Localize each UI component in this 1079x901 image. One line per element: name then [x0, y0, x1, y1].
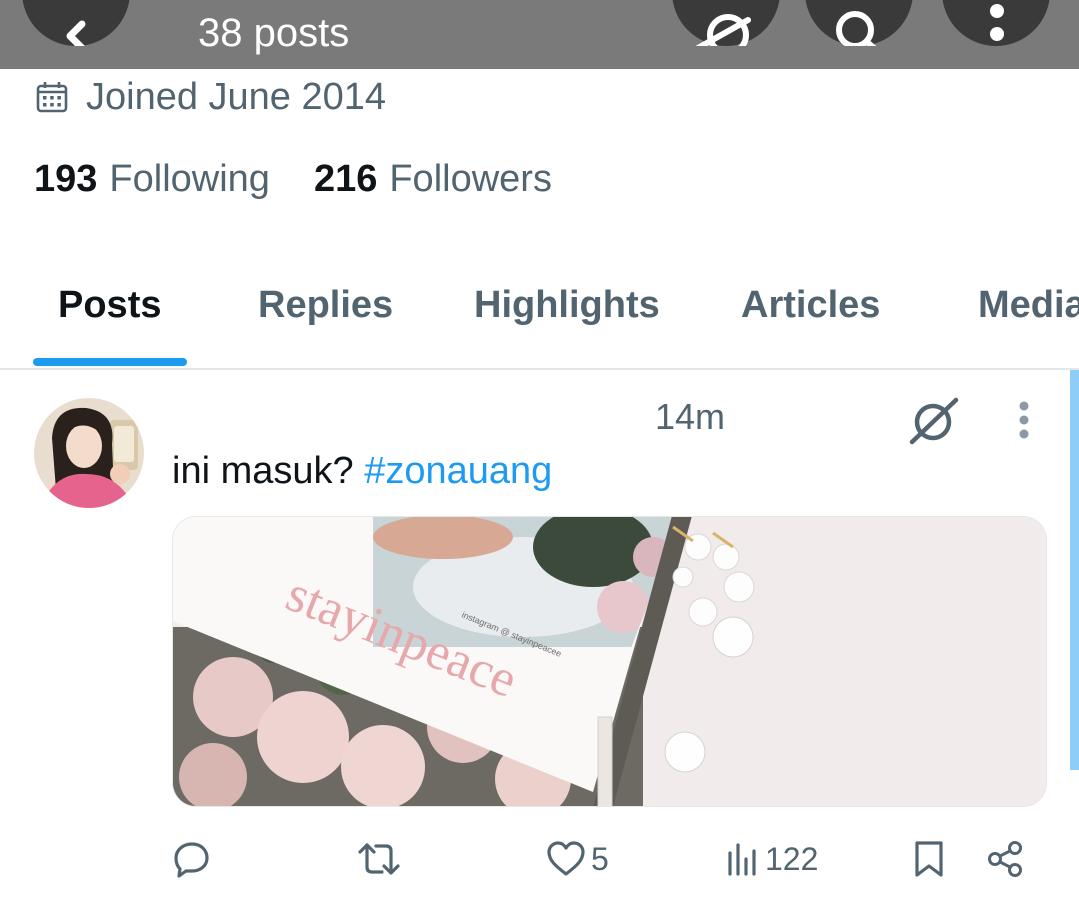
- share-icon: [988, 841, 1022, 877]
- more-vertical-icon: [990, 4, 1004, 41]
- repost-icon: [358, 843, 400, 875]
- grok-post-button[interactable]: [906, 396, 962, 446]
- calendar-icon: [36, 82, 68, 113]
- bookmark-button[interactable]: [912, 836, 946, 882]
- like-count: 5: [591, 840, 609, 877]
- follow-stats: 193 Following 216 Followers: [34, 158, 552, 201]
- top-header: 38 posts: [0, 0, 1079, 69]
- avatar-image: [34, 398, 144, 508]
- share-button[interactable]: [986, 836, 1026, 882]
- followers-link[interactable]: 216 Followers: [314, 158, 552, 201]
- arrow-left-icon: [66, 20, 86, 46]
- bookmark-icon: [915, 841, 943, 877]
- grok-icon: [909, 397, 959, 445]
- more-vertical-icon: [1019, 401, 1029, 439]
- tab-highlights[interactable]: Highlights: [474, 284, 660, 327]
- active-tab-indicator: [33, 358, 187, 366]
- post-more-button[interactable]: [1004, 398, 1044, 442]
- search-icon: [836, 11, 877, 46]
- views-button[interactable]: 122: [725, 836, 818, 882]
- following-count: 193: [34, 158, 98, 200]
- avatar[interactable]: [34, 398, 144, 508]
- post-image-art: stayinpeace instagram @ stayinpeacee: [173, 517, 1046, 806]
- reply-button[interactable]: [172, 836, 216, 882]
- tab-media[interactable]: Media: [978, 284, 1079, 327]
- tab-replies[interactable]: Replies: [258, 284, 393, 327]
- scrollbar[interactable]: [1070, 370, 1079, 770]
- joined-label: Joined June 2014: [86, 75, 387, 118]
- analytics-icon: [728, 843, 756, 876]
- more-options-button[interactable]: [942, 0, 1050, 46]
- tabs-divider: [0, 368, 1079, 370]
- like-button[interactable]: 5: [545, 836, 609, 882]
- reply-icon: [174, 842, 209, 878]
- tab-articles[interactable]: Articles: [741, 284, 880, 327]
- followers-label: Followers: [389, 158, 552, 200]
- grok-button[interactable]: [672, 0, 780, 46]
- post-count: 38 posts: [198, 11, 350, 55]
- following-label: Following: [109, 158, 270, 200]
- post-time[interactable]: 14m: [655, 396, 725, 438]
- following-link[interactable]: 193 Following: [34, 158, 270, 201]
- heart-icon: [547, 841, 585, 876]
- post-body: ini masuk?: [172, 450, 365, 492]
- tab-posts[interactable]: Posts: [58, 284, 161, 327]
- post-image[interactable]: stayinpeace instagram @ stayinpeacee: [172, 516, 1047, 807]
- back-button[interactable]: [22, 0, 130, 46]
- followers-count: 216: [313, 158, 378, 200]
- grok-icon: [695, 14, 751, 46]
- search-button[interactable]: [805, 0, 913, 46]
- post-text: ini masuk? #zonauang: [172, 450, 552, 493]
- joined-date: Joined June 2014: [36, 76, 386, 118]
- view-count: 122: [765, 840, 819, 877]
- hashtag-link[interactable]: #zonauang: [364, 450, 552, 492]
- repost-button[interactable]: [356, 836, 406, 882]
